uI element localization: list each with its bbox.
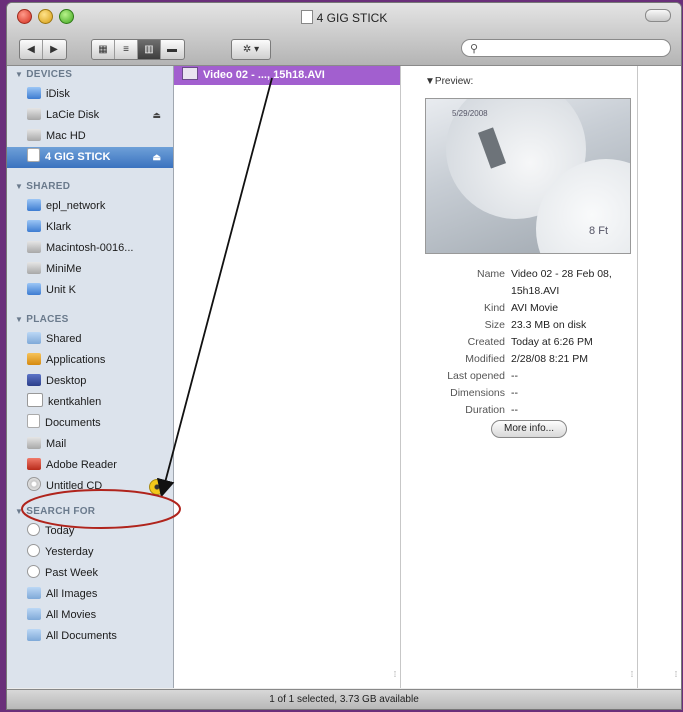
sidebar-item-unit-k[interactable]: Unit K <box>7 280 173 301</box>
info-row-last-opened: Last opened -- <box>447 370 518 382</box>
column-resize-handle[interactable]: ⁞ <box>671 670 681 688</box>
sidebar-item-desktop[interactable]: Desktop <box>7 371 173 392</box>
finder-window: 4 GIG STICK ◀ ▶ ▦ ≡ ▥ ▬ ✲ ▾ ⚲ ▼ DEVICES i… <box>6 2 682 710</box>
sidebar-header-devices[interactable]: ▼ DEVICES <box>7 66 173 84</box>
sidebar-item-mail[interactable]: Mail <box>7 434 173 455</box>
preview-timestamp: 5/29/2008 <box>452 109 488 118</box>
eject-icon[interactable]: ⏏ <box>152 147 161 168</box>
sidebar-item-lacie-disk[interactable]: LaCie Disk ⏏ <box>7 105 173 126</box>
column-view-button[interactable]: ▥ <box>138 40 161 59</box>
empty-column: ⁞ <box>638 66 681 688</box>
preview-thumbnail: 5/29/2008 8 Ft <box>425 98 631 254</box>
documents-icon <box>27 414 40 428</box>
back-forward-control: ◀ ▶ <box>19 39 67 60</box>
sidebar-item-past-week[interactable]: Past Week <box>7 563 173 584</box>
coverflow-view-button[interactable]: ▬ <box>161 40 183 59</box>
hard-disk-icon <box>27 129 41 141</box>
sidebar-item-macintosh[interactable]: Macintosh-0016... <box>7 238 173 259</box>
info-row-modified: Modified 2/28/08 8:21 PM <box>465 353 589 365</box>
sidebar-header-places[interactable]: ▼ PLACES <box>7 311 173 329</box>
cd-icon <box>27 477 41 491</box>
info-row-duration: Duration -- <box>465 404 518 416</box>
usb-drive-icon <box>27 148 40 162</box>
sidebar-header-shared[interactable]: ▼ SHARED <box>7 178 173 196</box>
sidebar-header-search-for[interactable]: ▼ SEARCH FOR <box>7 503 173 521</box>
mail-icon <box>27 437 41 449</box>
file-column: Video 02 - ..., 15h18.AVI ⁞ <box>174 66 401 688</box>
sidebar-item-applications[interactable]: Applications <box>7 350 173 371</box>
info-row-created: Created Today at 6:26 PM <box>467 336 593 348</box>
search-input[interactable]: ⚲ <box>461 39 671 57</box>
sidebar-item-shared-folder[interactable]: Shared <box>7 329 173 350</box>
title-bar: 4 GIG STICK ◀ ▶ ▦ ≡ ▥ ▬ ✲ ▾ ⚲ <box>7 3 681 66</box>
burn-icon[interactable] <box>149 479 165 495</box>
sidebar-item-kentkahlen[interactable]: kentkahlen <box>7 392 173 413</box>
action-menu-button[interactable]: ✲ ▾ <box>231 39 271 60</box>
clock-icon <box>27 523 40 536</box>
info-row-name: Name Video 02 - 28 Feb 08, 15h18.AVI <box>476 268 612 297</box>
clock-icon <box>27 565 40 578</box>
adobe-reader-icon <box>27 458 41 470</box>
sidebar-item-all-documents[interactable]: All Documents <box>7 626 173 647</box>
preview-column: ▼Preview: 5/29/2008 8 Ft Name Video 02 - … <box>401 66 638 688</box>
search-icon: ⚲ <box>470 42 479 55</box>
smart-folder-icon <box>27 629 41 641</box>
sidebar-item-klark[interactable]: Klark <box>7 217 173 238</box>
sidebar: ▼ DEVICES iDisk LaCie Disk ⏏ Mac HD 4 GIG … <box>7 66 174 688</box>
network-computer-icon <box>27 199 41 211</box>
status-bar: 1 of 1 selected, 3.73 GB available <box>7 689 681 709</box>
window-title: 4 GIG STICK <box>7 10 681 25</box>
sidebar-item-epl-network[interactable]: epl_network <box>7 196 173 217</box>
sidebar-item-untitled-cd[interactable]: Untitled CD <box>7 476 173 497</box>
movie-file-icon <box>182 67 198 80</box>
preview-corner-text: 8 Ft <box>589 225 608 237</box>
drive-icon <box>300 10 313 24</box>
server-icon <box>27 262 41 274</box>
sidebar-item-all-movies[interactable]: All Movies <box>7 605 173 626</box>
back-button[interactable]: ◀ <box>20 40 43 59</box>
folder-icon <box>27 332 41 344</box>
sidebar-item-mac-hd[interactable]: Mac HD <box>7 126 173 147</box>
sidebar-item-today[interactable]: Today <box>7 521 173 542</box>
column-resize-handle[interactable]: ⁞ <box>390 670 400 688</box>
network-computer-icon <box>27 220 41 232</box>
eject-icon[interactable]: ⏏ <box>152 105 161 126</box>
smart-folder-icon <box>27 587 41 599</box>
toolbar-toggle-button[interactable] <box>645 9 671 22</box>
view-switcher: ▦ ≡ ▥ ▬ <box>91 39 185 60</box>
server-icon <box>27 241 41 253</box>
network-computer-icon <box>27 283 41 295</box>
info-row-dimensions: Dimensions -- <box>450 387 518 399</box>
external-disk-icon <box>27 108 41 120</box>
sidebar-item-all-images[interactable]: All Images <box>7 584 173 605</box>
sidebar-item-adobe-reader[interactable]: Adobe Reader <box>7 455 173 476</box>
icon-view-button[interactable]: ▦ <box>92 40 115 59</box>
info-row-size: Size 23.3 MB on disk <box>484 319 587 331</box>
applications-icon <box>27 353 41 365</box>
column-resize-handle[interactable]: ⁞ <box>627 670 637 688</box>
smart-folder-icon <box>27 608 41 620</box>
idisk-icon <box>27 87 41 99</box>
file-row-selected[interactable]: Video 02 - ..., 15h18.AVI <box>174 66 400 85</box>
more-info-button[interactable]: More info... <box>491 420 568 438</box>
sidebar-item-yesterday[interactable]: Yesterday <box>7 542 173 563</box>
desktop-icon <box>27 374 41 386</box>
clock-icon <box>27 544 40 557</box>
sidebar-item-documents[interactable]: Documents <box>7 413 173 434</box>
sidebar-item-idisk[interactable]: iDisk <box>7 84 173 105</box>
sidebar-item-4-gig-stick[interactable]: 4 GIG STICK ⏏ <box>7 147 173 168</box>
file-info: Name Video 02 - 28 Feb 08, 15h18.AVI Kind… <box>401 266 637 419</box>
sidebar-item-minime[interactable]: MiniMe <box>7 259 173 280</box>
home-icon <box>27 393 43 407</box>
list-view-button[interactable]: ≡ <box>115 40 138 59</box>
forward-button[interactable]: ▶ <box>43 40 65 59</box>
info-row-kind: Kind AVI Movie <box>483 302 559 314</box>
preview-label[interactable]: ▼Preview: <box>401 66 637 87</box>
